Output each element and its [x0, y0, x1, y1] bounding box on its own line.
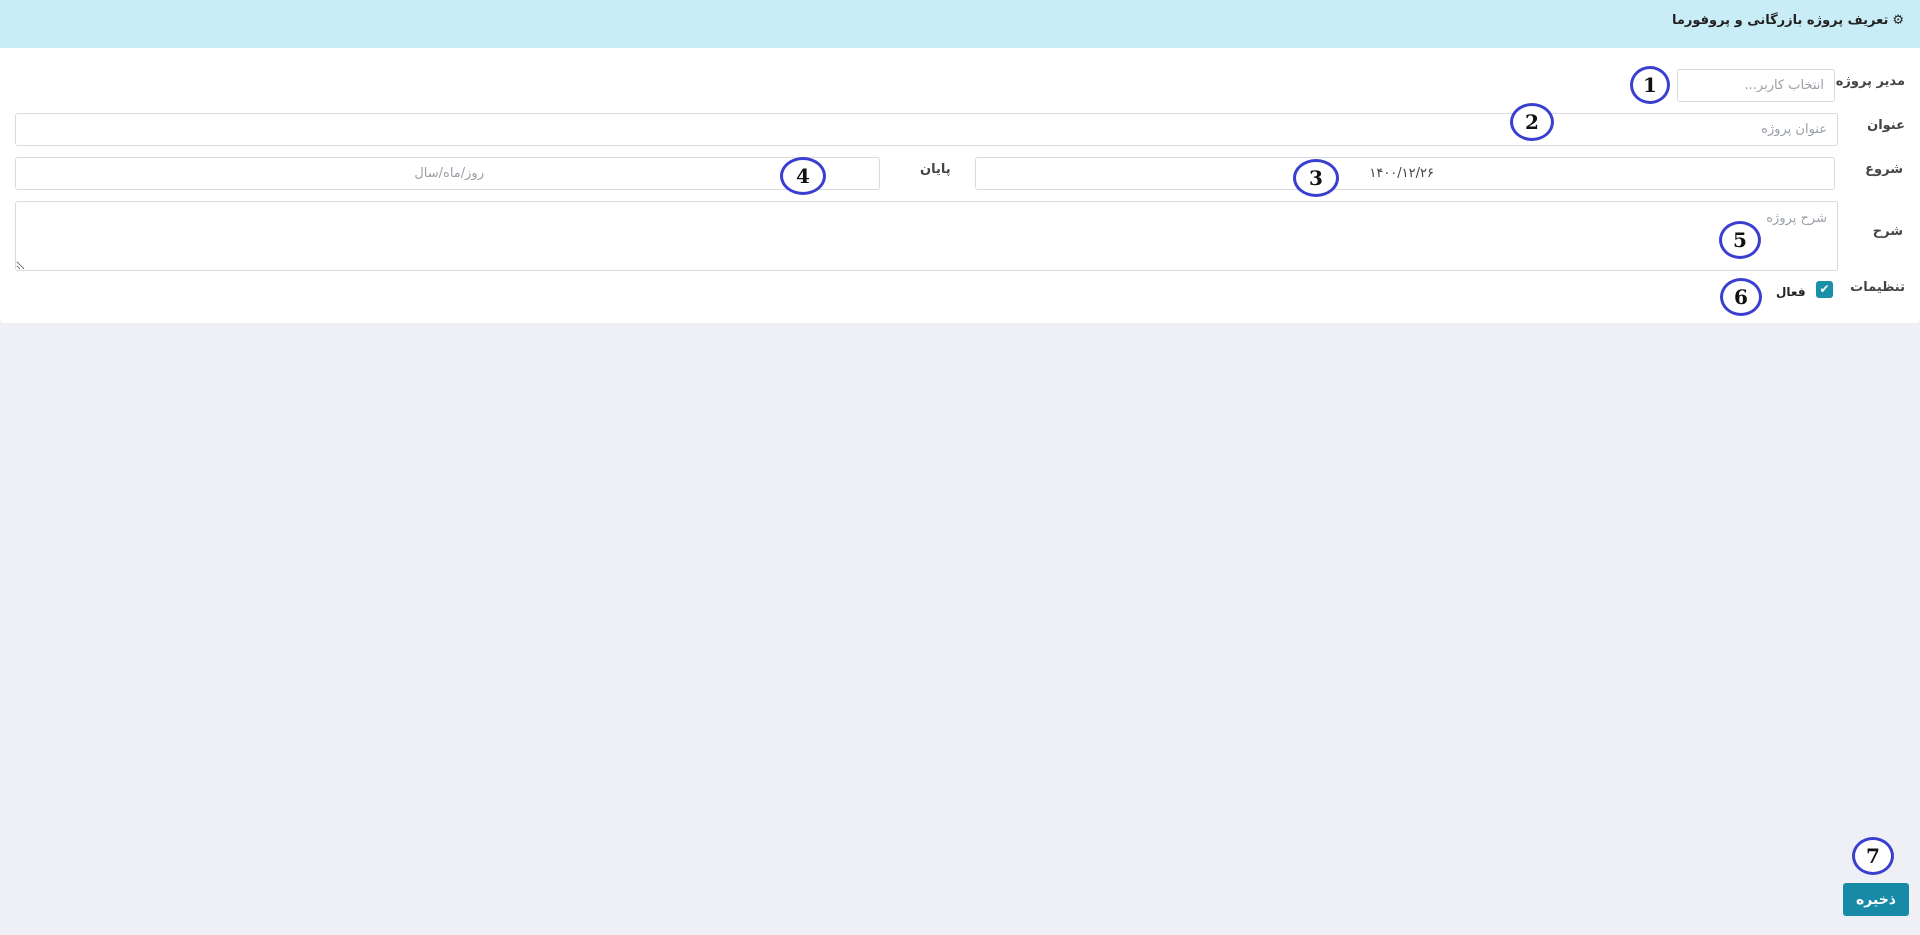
manager-label: مدیر پروژه	[1835, 74, 1905, 89]
page-title-text: تعریف پروژه بازرگانی و پروفورما	[1671, 13, 1889, 28]
start-date-input[interactable]	[975, 157, 1835, 190]
annotation-badge-2: 2	[1510, 103, 1554, 141]
end-label: پایان	[920, 162, 951, 177]
page-header: ⚙ تعریف پروژه بازرگانی و پروفورما	[0, 0, 1920, 48]
gear-icon: ⚙	[1892, 13, 1904, 28]
annotation-badge-4: 4	[780, 157, 826, 195]
page-title: ⚙ تعریف پروژه بازرگانی و پروفورما	[1672, 13, 1904, 28]
description-label: شرح	[1872, 224, 1903, 239]
save-button[interactable]: ذخیره	[1843, 883, 1909, 916]
annotation-badge-5: 5	[1719, 221, 1761, 259]
title-label: عنوان	[1867, 118, 1905, 133]
active-checkbox[interactable]: ✔	[1816, 281, 1833, 298]
annotation-badge-1: 1	[1630, 66, 1670, 104]
start-label: شروع	[1865, 162, 1903, 177]
end-date-input[interactable]	[15, 157, 880, 190]
annotation-badge-7: 7	[1852, 837, 1894, 875]
annotation-badge-3: 3	[1293, 159, 1339, 197]
description-textarea[interactable]	[15, 201, 1838, 271]
manager-select-input[interactable]	[1677, 69, 1835, 102]
check-icon: ✔	[1819, 282, 1830, 296]
active-label: فعال	[1776, 285, 1806, 299]
project-title-input[interactable]	[15, 113, 1838, 146]
settings-label: تنظیمات	[1850, 280, 1905, 295]
annotation-badge-6: 6	[1720, 278, 1762, 316]
